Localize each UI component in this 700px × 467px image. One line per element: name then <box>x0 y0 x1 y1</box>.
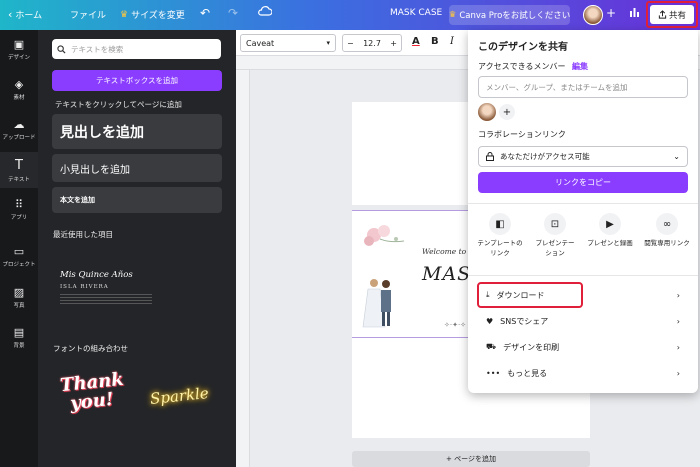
redo-icon[interactable]: ↷ <box>228 6 238 20</box>
font-size-stepper[interactable]: − 12.7 + <box>342 34 402 52</box>
bold-button[interactable]: B <box>431 36 439 47</box>
folder-icon: ▭ <box>13 245 25 258</box>
couple-illustration <box>362 279 391 328</box>
increase-size-button[interactable]: + <box>390 39 397 48</box>
panel-hint: テキストをクリックしてページに追加 <box>55 100 182 109</box>
template-link-option[interactable]: ◧ テンプレートの リンク <box>472 213 528 259</box>
chevron-left-icon: ‹ <box>8 8 13 21</box>
recent-item-subtitle: ISLA RIVERA <box>60 284 109 290</box>
top-bar: ‹ ホーム ファイル ♛ サイズを変更 ↶ ↷ MASK CASE ♛ Canv… <box>0 0 700 30</box>
recent-item-body-lines <box>60 294 152 306</box>
template-icon: ◧ <box>489 213 511 235</box>
chevron-right-icon: › <box>676 368 680 378</box>
crown-icon: ♛ <box>448 10 457 20</box>
recent-item[interactable]: Mis Quince Años ISLA RIVERA <box>52 242 222 328</box>
add-textbox-button[interactable]: テキストボックスを追加 <box>52 70 222 91</box>
vertical-ruler <box>236 70 250 467</box>
font-combos-title: フォントの組み合わせ <box>53 344 128 353</box>
share-button[interactable]: 共有 <box>650 5 694 24</box>
menu-download[interactable]: ⤓ ダウンロード › <box>478 284 688 306</box>
recent-item-title: Mis Quince Años <box>60 270 133 280</box>
text-panel: テキストを検索 テキストボックスを追加 テキストをクリックしてページに追加 見出… <box>38 30 236 467</box>
truck-icon: ⛟ <box>486 342 497 351</box>
side-rail: ▣ デザイン ◈ 素材 ☁ アップロード T テキスト ⠿ アプリ ▭ プロジェクト ▨ 写真… <box>0 30 38 467</box>
text-search-input[interactable]: テキストを検索 <box>52 39 221 59</box>
add-member-button[interactable]: + <box>499 104 515 120</box>
elements-icon: ◈ <box>14 78 24 91</box>
download-icon: ⤓ <box>486 290 490 299</box>
link-icon: ∞ <box>656 213 678 235</box>
italic-button[interactable]: I <box>450 36 454 47</box>
rail-item-elements[interactable]: ◈ 素材 <box>0 78 38 101</box>
undo-icon[interactable]: ↶ <box>200 6 210 20</box>
resize-button[interactable]: ♛ サイズを変更 <box>120 8 185 22</box>
present-icon: ⊡ <box>544 213 566 235</box>
design-icon: ▣ <box>13 38 25 51</box>
text-icon: T <box>15 158 23 173</box>
edit-access-link[interactable]: 編集 <box>572 62 588 71</box>
home-button[interactable]: ‹ ホーム <box>8 8 42 21</box>
share-dropdown: このデザインを共有 アクセスできるメンバー 編集 メンバー、グループ、またはチー… <box>468 30 698 393</box>
cloud-saved-icon[interactable] <box>258 5 272 17</box>
add-page-button[interactable]: + ページを追加 <box>352 451 590 467</box>
try-pro-button[interactable]: ♛ Canva Proをお試しください <box>449 5 570 25</box>
member-avatar[interactable] <box>478 103 496 121</box>
rail-item-projects[interactable]: ▭ プロジェクト <box>0 245 38 268</box>
document-title[interactable]: MASK CASE <box>390 8 442 18</box>
ornament-icon: ✧·✦·✧ <box>444 321 467 329</box>
collab-link-label: コラボレーションリンク <box>478 130 566 139</box>
rail-item-apps[interactable]: ⠿ アプリ <box>0 198 38 221</box>
floral-decoration <box>364 225 405 246</box>
record-icon: ▶ <box>599 213 621 235</box>
add-body-button[interactable]: 本文を追加 <box>52 187 222 213</box>
photo-icon: ▨ <box>13 286 25 299</box>
file-menu[interactable]: ファイル <box>70 8 106 21</box>
rail-item-design[interactable]: ▣ デザイン <box>0 38 38 61</box>
more-icon: ••• <box>486 368 501 378</box>
avatar[interactable] <box>583 5 603 25</box>
apps-icon: ⠿ <box>14 198 24 211</box>
add-heading-button[interactable]: 見出しを追加 <box>52 114 222 149</box>
divider <box>468 203 698 204</box>
combo-sparkle[interactable]: Sparkle <box>149 384 209 408</box>
crown-icon: ♛ <box>120 9 129 20</box>
menu-social-share[interactable]: ♥ SNSでシェア › <box>478 310 688 332</box>
text-color-button[interactable]: A <box>412 36 420 47</box>
analytics-icon[interactable] <box>629 6 640 17</box>
access-select[interactable]: あなただけがアクセス可能 ⌄ <box>478 146 688 167</box>
add-member-icon[interactable]: + <box>606 6 616 20</box>
chevron-down-icon: ▾ <box>326 39 330 47</box>
chevron-right-icon: › <box>676 290 680 300</box>
rail-item-text[interactable]: T テキスト <box>0 152 38 188</box>
presentation-option[interactable]: ⊡ プレゼンテー ション <box>527 213 583 259</box>
divider <box>468 275 698 276</box>
copy-link-button[interactable]: リンクをコピー <box>478 172 688 193</box>
share-title: このデザインを共有 <box>478 42 568 53</box>
rail-item-background[interactable]: ▤ 背景 <box>0 326 38 349</box>
combo-thank-you[interactable]: Thank you! <box>52 360 132 430</box>
member-input[interactable]: メンバー、グループ、またはチームを追加 <box>478 76 688 98</box>
search-icon <box>57 44 66 54</box>
decrease-size-button[interactable]: − <box>347 39 354 48</box>
access-label: アクセスできるメンバー 編集 <box>478 62 588 71</box>
chevron-right-icon: › <box>676 342 680 352</box>
menu-print[interactable]: ⛟ デザインを印刷 › <box>478 336 688 358</box>
font-select[interactable]: Caveat ▾ <box>240 34 336 52</box>
add-subheading-button[interactable]: 小見出しを追加 <box>52 154 222 182</box>
font-size-value[interactable]: 12.7 <box>363 39 381 48</box>
lock-icon <box>486 152 494 161</box>
rail-item-upload[interactable]: ☁ アップロード <box>0 118 38 141</box>
upload-icon: ☁ <box>13 118 25 131</box>
view-only-link-option[interactable]: ∞ 閲覧専用リンク <box>637 213 697 249</box>
heart-icon: ♥ <box>486 316 494 326</box>
chevron-right-icon: › <box>676 316 680 326</box>
share-highlight: 共有 <box>646 1 698 28</box>
present-record-option[interactable]: ▶ プレゼンと録画 <box>582 213 638 249</box>
share-icon <box>658 10 667 19</box>
recent-section-title: 最近使用した項目 <box>53 230 113 239</box>
chevron-down-icon: ⌄ <box>673 152 680 161</box>
background-icon: ▤ <box>13 326 25 339</box>
menu-more[interactable]: ••• もっと見る › <box>478 362 688 384</box>
rail-item-photos[interactable]: ▨ 写真 <box>0 286 38 309</box>
